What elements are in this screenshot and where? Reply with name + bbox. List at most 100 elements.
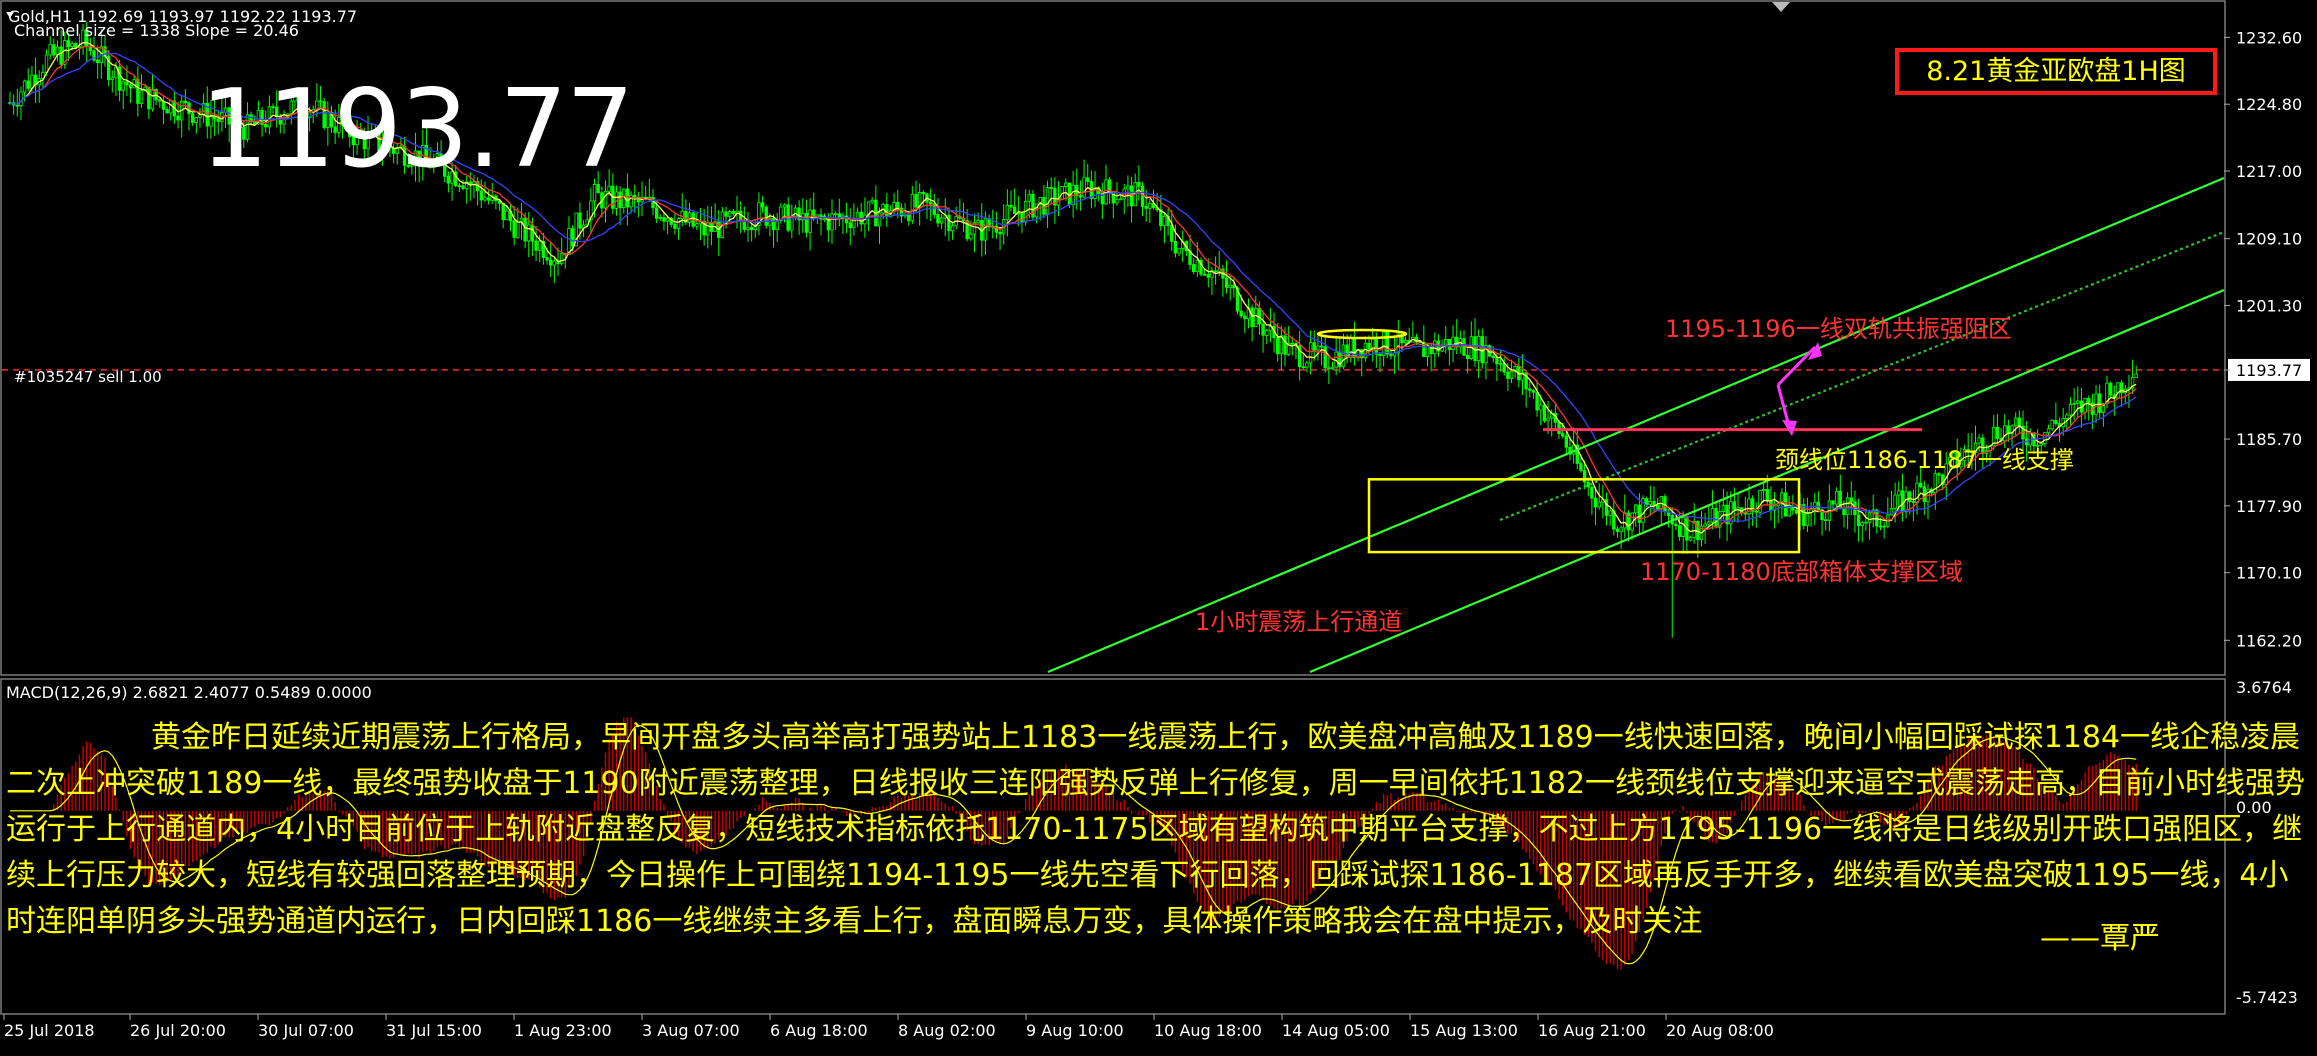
candle-body — [1232, 284, 1236, 289]
candle-body — [1546, 417, 1550, 422]
channel-annotation: 1小时震荡上行通道 — [1195, 608, 1402, 636]
candle-body — [545, 257, 549, 261]
time-tick-label: 9 Aug 10:00 — [1026, 1021, 1124, 1040]
down-arrow-head — [1782, 420, 1797, 436]
candle-body — [1813, 501, 1817, 509]
candle-body — [771, 217, 776, 231]
price-tick-label: 1209.10 — [2236, 230, 2302, 249]
candle-body — [782, 204, 787, 208]
candle-body — [165, 108, 169, 114]
candle-body — [1977, 437, 1981, 444]
candle-body — [1173, 241, 1178, 254]
candle-body — [1845, 497, 1850, 516]
candle-body — [749, 226, 754, 231]
candle-body — [527, 224, 531, 242]
candle-body — [15, 104, 20, 107]
price-tick-label: 1177.90 — [2236, 497, 2302, 516]
candle-body — [530, 224, 535, 242]
candle-body — [903, 214, 907, 217]
candle-body — [983, 218, 988, 241]
candle-body — [2065, 414, 2069, 419]
candle-body — [1403, 339, 1408, 344]
candle-body — [969, 233, 973, 240]
candle-body — [1911, 501, 1916, 503]
candle-body — [559, 253, 564, 265]
candle-body — [947, 214, 951, 232]
candle-body — [1849, 497, 1853, 503]
channel-lower-line — [1309, 288, 2225, 674]
candle-body — [676, 218, 681, 229]
candle-body — [1144, 206, 1148, 209]
candle-body — [147, 86, 151, 110]
candle-body — [1805, 512, 1810, 527]
candle-body — [1608, 510, 1612, 516]
candle-body — [1769, 500, 1773, 511]
candle-body — [1867, 512, 1872, 523]
candle-body — [150, 89, 155, 110]
price-tick-label: 1201.30 — [2236, 296, 2302, 315]
candle-body — [896, 202, 900, 209]
candle-body — [1681, 517, 1685, 537]
candle-body — [158, 99, 162, 102]
candle-body — [746, 226, 750, 230]
candle-body — [534, 240, 538, 251]
candle-body — [848, 222, 852, 229]
scroll-marker — [1772, 2, 1790, 12]
candle-body — [833, 213, 838, 216]
candle-body — [1191, 264, 1196, 272]
candle-body — [1831, 500, 1835, 505]
candle-body — [125, 81, 129, 86]
candle-body — [760, 202, 765, 208]
analysis-commentary: 黄金昨日延续近期震荡上行格局，早间开盘多头高举高打强势站上1183一线震荡上行，… — [6, 720, 2306, 939]
candle-body — [662, 217, 666, 222]
candle-body — [22, 80, 27, 93]
candle-body — [95, 59, 100, 63]
candle-body — [1495, 357, 1499, 365]
price-tick-label: 1232.60 — [2236, 28, 2302, 47]
candle-body — [1710, 508, 1715, 523]
candle-body — [724, 211, 728, 217]
order-label[interactable]: #1035247 sell 1.00 — [14, 368, 162, 386]
candle-body — [190, 113, 195, 123]
box-support-annotation: 1170-1180底部箱体支撑区域 — [1640, 558, 1963, 586]
high-marker-ellipse — [1316, 328, 1408, 340]
candle-body — [1506, 371, 1510, 379]
candle-body — [1433, 340, 1437, 355]
candle-body — [1140, 185, 1145, 207]
time-tick-label: 25 Jul 2018 — [4, 1021, 95, 1040]
candle-body — [658, 217, 662, 219]
candle-body — [516, 221, 520, 238]
candle-body — [1082, 177, 1086, 198]
candle-body — [1465, 355, 1470, 359]
candle-body — [1308, 342, 1313, 364]
time-tick-label: 26 Jul 20:00 — [130, 1021, 226, 1040]
candle-body — [2108, 382, 2113, 396]
price-tick-label: 1185.70 — [2236, 430, 2302, 449]
candle-body — [1115, 199, 1119, 204]
candle-body — [1261, 323, 1265, 336]
macd-tick-label: 3.6764 — [2236, 678, 2292, 697]
candle-body — [1159, 209, 1163, 226]
candle-body — [1787, 506, 1791, 517]
time-tick-label: 16 Aug 21:00 — [1538, 1021, 1646, 1040]
channel-upper-line — [1047, 176, 2225, 674]
candle-body — [1239, 310, 1243, 317]
candle-body — [2068, 404, 2073, 416]
price-tick-label: 1193.77 — [2236, 361, 2302, 380]
candle-body — [1688, 537, 1693, 541]
candle-body — [110, 77, 114, 80]
candle-body — [1564, 435, 1569, 448]
candle-body — [486, 197, 491, 201]
candle-body — [1791, 506, 1795, 511]
chart-window: 1232.60 1224.80 1217.00 1209.10 1201.30 1193.… — [0, 0, 2317, 1056]
candle-body — [1794, 509, 1799, 514]
candle-body — [2098, 393, 2102, 413]
candle-body — [1648, 501, 1653, 505]
candle-body — [1900, 490, 1905, 513]
candle-body — [1897, 490, 1901, 496]
candle-body — [1875, 509, 1879, 527]
candle-body — [1301, 366, 1305, 369]
candle-body — [538, 240, 542, 251]
candle-body — [1170, 225, 1174, 242]
candle-body — [731, 211, 736, 214]
